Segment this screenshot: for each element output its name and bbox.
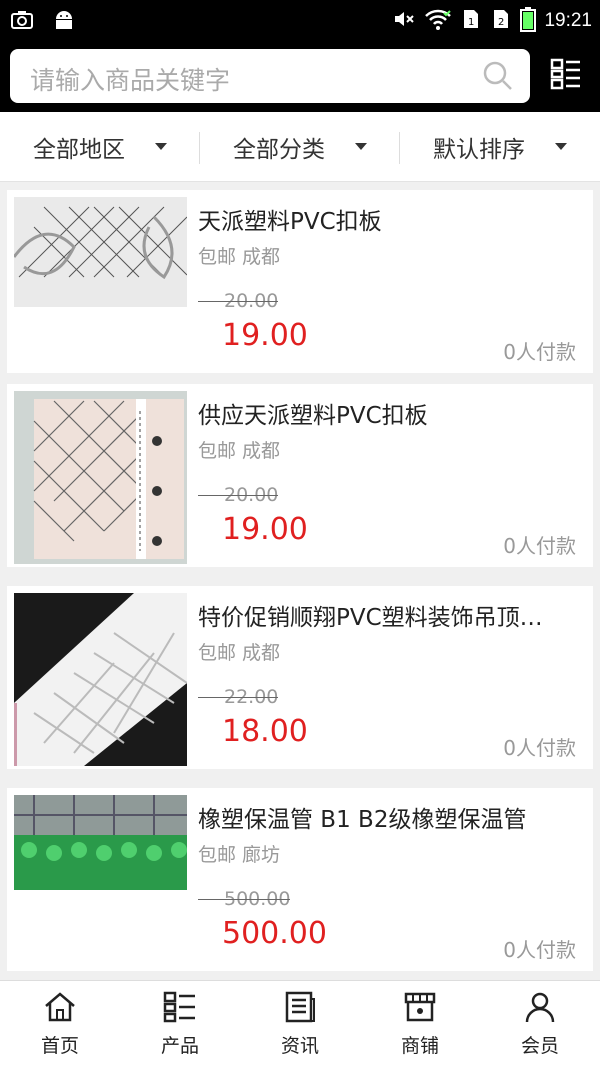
bottom-nav: 首页 产品 资讯 商铺 会员 (0, 980, 600, 1067)
product-card[interactable]: 特价促销顺翔PVC塑料装饰吊顶… 包邮 成都 22.00 18.00 0人付款 (7, 586, 593, 769)
product-title[interactable]: 供应天派塑料PVC扣板 (198, 396, 583, 430)
product-title[interactable]: 橡塑保温管 B1 B2级橡塑保温管 (198, 800, 583, 834)
shipping-label: 包邮 (198, 844, 237, 866)
filter-category[interactable]: 全部分类 (200, 112, 400, 181)
current-price: 19.00 (222, 512, 308, 547)
product-title[interactable]: 特价促销顺翔PVC塑料装饰吊顶… (198, 598, 583, 632)
filter-bar: 全部地区 全部分类 默认排序 (0, 112, 600, 182)
product-image[interactable] (14, 795, 187, 968)
sold-count: 0人付款 (503, 340, 576, 364)
nav-member[interactable]: 会员 (480, 981, 600, 1067)
nav-member-label: 会员 (520, 1035, 559, 1057)
nav-home-label: 首页 (40, 1035, 79, 1057)
sim1-icon: 1 (460, 7, 482, 35)
shipping-label: 包邮 (198, 246, 237, 268)
camera-icon (10, 8, 34, 36)
city-label: 成都 (242, 642, 281, 664)
filter-sort[interactable]: 默认排序 (400, 112, 600, 181)
nav-news[interactable]: 资讯 (240, 981, 360, 1067)
product-image[interactable] (14, 391, 187, 564)
city-label: 成都 (242, 246, 281, 268)
search-input[interactable]: 请输入商品关键字 (30, 61, 230, 97)
product-card[interactable]: 天派塑料PVC扣板 包邮 成都 20.00 19.00 0人付款 (7, 190, 593, 373)
filter-region[interactable]: 全部地区 (0, 112, 200, 181)
original-price: 20.00 (198, 484, 278, 506)
product-card[interactable]: 橡塑保温管 B1 B2级橡塑保温管 包邮 廊坊 500.00 500.00 0人付… (7, 788, 593, 971)
nav-products[interactable]: 产品 (120, 981, 240, 1067)
grid-menu-icon[interactable] (550, 58, 582, 94)
city-label: 廊坊 (242, 844, 281, 866)
city-label: 成都 (242, 440, 281, 462)
sold-count: 0人付款 (503, 736, 576, 760)
original-price-value: 20.00 (198, 484, 278, 506)
search-icon[interactable] (482, 60, 514, 96)
battery-icon (520, 6, 537, 36)
status-bar: 1 2 19:21 (0, 0, 600, 42)
search-bar[interactable]: 请输入商品关键字 (10, 49, 530, 103)
header: 请输入商品关键字 (0, 42, 600, 112)
caret-down-icon (355, 143, 367, 150)
sold-count: 0人付款 (503, 938, 576, 962)
caret-down-icon (155, 143, 167, 150)
current-price: 18.00 (222, 714, 308, 749)
filter-category-label: 全部分类 (233, 136, 325, 163)
original-price-value: 22.00 (198, 686, 278, 708)
nav-home[interactable]: 首页 (0, 981, 120, 1067)
android-icon (52, 8, 76, 36)
clock: 19:21 (544, 10, 592, 31)
original-price-value: 500.00 (198, 888, 290, 910)
product-grid-icon (163, 991, 197, 1027)
nav-news-label: 资讯 (280, 1035, 319, 1057)
sold-count: 0人付款 (503, 534, 576, 558)
product-card[interactable]: 供应天派塑料PVC扣板 包邮 成都 20.00 19.00 0人付款 (7, 384, 593, 567)
original-price-value: 20.00 (198, 290, 278, 312)
sim2-icon: 2 (490, 7, 512, 35)
nav-products-label: 产品 (160, 1035, 199, 1057)
product-title[interactable]: 天派塑料PVC扣板 (198, 202, 583, 236)
product-image[interactable] (14, 197, 187, 370)
original-price: 20.00 (198, 290, 278, 312)
svg-text:2: 2 (498, 17, 504, 28)
news-icon (283, 991, 317, 1027)
product-meta: 包邮 成都 (198, 638, 280, 665)
filter-region-label: 全部地区 (33, 136, 125, 163)
product-meta: 包邮 成都 (198, 436, 280, 463)
svg-text:1: 1 (468, 17, 474, 28)
shop-icon (403, 991, 437, 1027)
filter-sort-label: 默认排序 (433, 136, 525, 163)
nav-shop-label: 商铺 (400, 1035, 439, 1057)
original-price: 500.00 (198, 888, 290, 910)
current-price: 19.00 (222, 318, 308, 353)
product-meta: 包邮 廊坊 (198, 840, 280, 867)
shipping-label: 包邮 (198, 642, 237, 664)
mute-icon (392, 7, 416, 35)
wifi-icon (424, 7, 452, 35)
original-price: 22.00 (198, 686, 278, 708)
member-icon (523, 991, 557, 1027)
product-meta: 包邮 成都 (198, 242, 280, 269)
current-price: 500.00 (222, 916, 327, 951)
shipping-label: 包邮 (198, 440, 237, 462)
nav-shop[interactable]: 商铺 (360, 981, 480, 1067)
caret-down-icon (555, 143, 567, 150)
home-icon (43, 991, 77, 1027)
product-image[interactable] (14, 593, 187, 766)
